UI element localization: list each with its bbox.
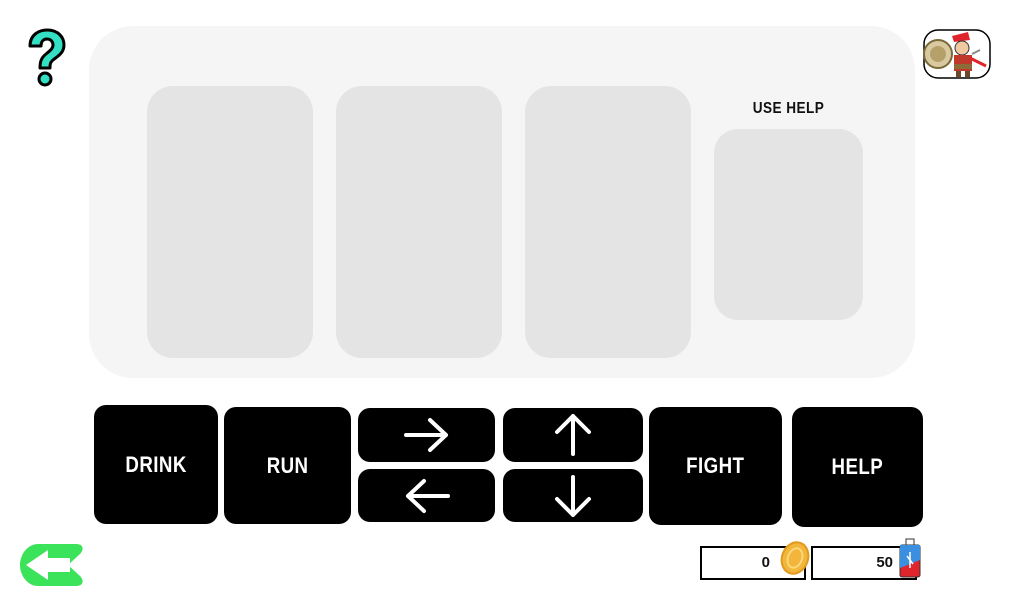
move-right-button[interactable] bbox=[358, 408, 495, 462]
fight-button[interactable]: FIGHT bbox=[649, 407, 782, 525]
run-button-label: RUN bbox=[266, 452, 309, 478]
drink-button-label: DRINK bbox=[125, 451, 187, 477]
left-arrow-icon bbox=[405, 478, 450, 513]
question-mark-icon[interactable] bbox=[22, 28, 70, 88]
drink-button[interactable]: DRINK bbox=[94, 405, 218, 524]
back-arrow-icon[interactable] bbox=[18, 542, 86, 588]
use-help-label: USE HELP bbox=[752, 100, 825, 117]
help-button-label: HELP bbox=[831, 454, 884, 479]
run-button[interactable]: RUN bbox=[224, 407, 351, 524]
help-button[interactable]: HELP bbox=[792, 407, 923, 527]
card-slot-3 bbox=[525, 86, 691, 358]
right-arrow-icon bbox=[403, 418, 448, 452]
move-down-button[interactable] bbox=[503, 469, 643, 522]
hero-avatar bbox=[923, 29, 991, 79]
down-arrow-icon bbox=[555, 474, 591, 517]
move-left-button[interactable] bbox=[358, 469, 495, 522]
game-board: USE HELP bbox=[89, 26, 915, 378]
coin-icon bbox=[780, 541, 810, 575]
card-slot-1 bbox=[147, 86, 313, 358]
card-slot-2 bbox=[336, 86, 502, 358]
potion-icon bbox=[899, 538, 921, 578]
potion-count: 50 bbox=[876, 554, 893, 571]
coin-count: 0 bbox=[761, 554, 770, 571]
fight-button-label: FIGHT bbox=[686, 453, 745, 478]
up-arrow-icon bbox=[555, 414, 591, 456]
help-card-slot[interactable] bbox=[714, 129, 863, 320]
move-up-button[interactable] bbox=[503, 408, 643, 462]
